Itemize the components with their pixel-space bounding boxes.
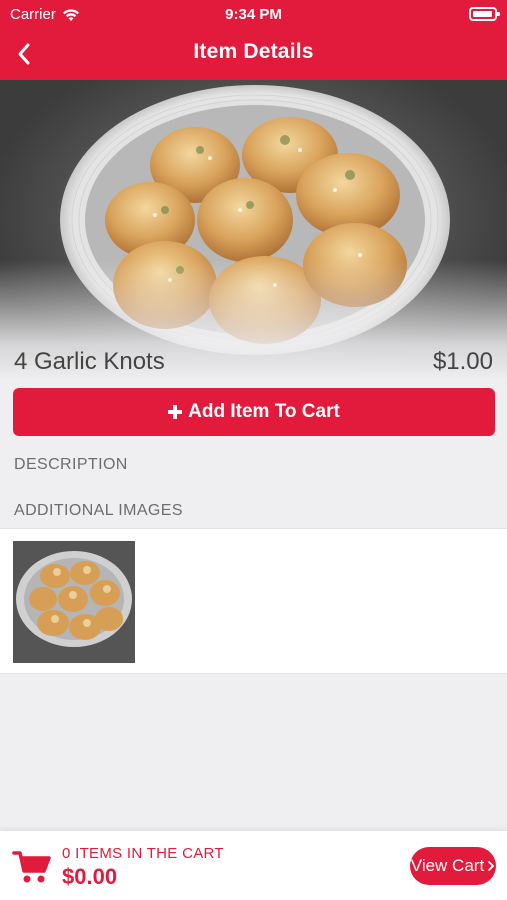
cart-item-count: 0 ITEMS IN THE CART: [62, 845, 224, 862]
battery-icon: [469, 7, 500, 21]
status-time: 9:34 PM: [225, 6, 282, 23]
add-to-cart-button[interactable]: Add Item To Cart: [13, 388, 495, 436]
page-title: Item Details: [193, 40, 314, 63]
status-bar: Carrier 9:34 PM: [0, 0, 507, 28]
cart-summary-bar: 0 ITEMS IN THE CART $0.00 View Cart: [0, 831, 507, 900]
cart-total: $0.00: [62, 864, 118, 889]
navigation-bar: Item Details: [0, 28, 507, 80]
description-heading: DESCRIPTION: [14, 456, 128, 473]
view-cart-label: View Cart: [410, 856, 485, 875]
item-name: 4 Garlic Knots: [14, 348, 165, 375]
additional-images-list: [0, 528, 507, 674]
garlic-knots-thumbnail: [13, 541, 135, 663]
item-hero-image: [0, 80, 507, 380]
view-cart-button[interactable]: View Cart: [410, 847, 496, 885]
additional-image-thumbnail[interactable]: [13, 541, 135, 663]
chevron-right-icon: [488, 861, 495, 871]
item-info-row: 4 Garlic Knots $1.00: [14, 346, 493, 378]
plus-icon: [168, 405, 183, 419]
add-to-cart-label: Add Item To Cart: [188, 401, 340, 422]
item-price: $1.00: [432, 348, 493, 375]
cart-icon[interactable]: [12, 849, 52, 885]
top-bar: Carrier 9:34 PM Item Details: [0, 0, 507, 80]
additional-images-heading: ADDITIONAL IMAGES: [14, 502, 183, 519]
